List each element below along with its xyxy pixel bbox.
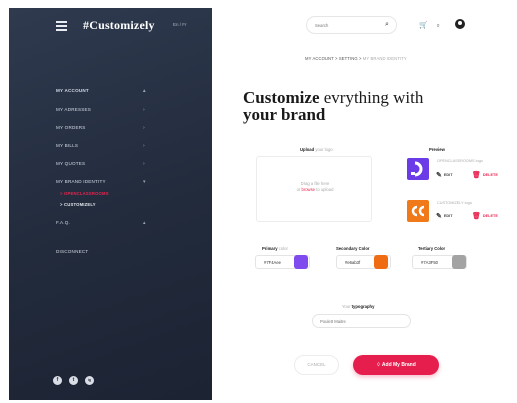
instagram-icon[interactable]: ig: [85, 376, 94, 385]
typography-label: Your typography: [342, 304, 374, 309]
preview-label: Preview: [429, 147, 445, 152]
chevron-right-icon: ›: [143, 125, 145, 131]
typography-label-hint: Your: [342, 304, 351, 309]
browse-link[interactable]: browse: [302, 187, 316, 192]
trash-icon: 🗑: [472, 213, 481, 220]
delete-button[interactable]: 🗑 DELETE: [472, 212, 498, 220]
edit-icon: ✎: [436, 213, 442, 220]
upload-instructions: Drag a file here or browse to upload: [257, 181, 373, 193]
sidebar: #Customizely En / Fr MY ACCOUNT ▴ MY ADR…: [9, 8, 212, 400]
nav-label: MY BRAND IDENTITY: [56, 179, 106, 184]
language-switch[interactable]: En / Fr: [173, 22, 187, 27]
sidebar-header: #Customizely En / Fr: [9, 8, 212, 44]
search-input[interactable]: [315, 21, 375, 30]
gem-icon: ♢: [376, 362, 381, 368]
chevron-right-icon: ›: [143, 161, 145, 167]
nav-label: MY QUOTES: [56, 161, 86, 166]
page-title: Customize evrything with your brand: [243, 89, 503, 123]
upload-dropzone[interactable]: Drag a file here or browse to upload: [256, 156, 372, 222]
chevron-up-icon: ▴: [143, 220, 146, 226]
edit-button[interactable]: ✎ EDIT: [436, 212, 453, 220]
upload-label: Upload your logo: [300, 147, 333, 152]
color-hex: #7A3F50: [421, 260, 438, 265]
sub-item-openclassrooms[interactable]: > OPENCLASSROOMS: [60, 191, 109, 196]
edit-icon: ✎: [436, 172, 442, 179]
upload-label-hint: your logo: [315, 147, 333, 152]
upload-label-text: Upload: [300, 147, 315, 152]
title-rest: evrything with: [319, 88, 424, 107]
menu-icon[interactable]: [56, 21, 67, 31]
chevron-right-icon: ›: [143, 107, 145, 113]
secondary-color-label: Secondary Color: [336, 246, 370, 251]
nav-label: DISCONNECT: [56, 249, 89, 254]
or-text: or: [296, 187, 301, 192]
sub-item-customizely[interactable]: > CUSTOMIZELY: [60, 202, 96, 207]
breadcrumb-sep: >: [335, 56, 338, 61]
chevron-right-icon: ›: [143, 143, 145, 149]
cancel-button[interactable]: CANCEL: [294, 355, 339, 375]
logo-thumbnail-customizely: [407, 200, 429, 222]
add-button-label: Add My Brand: [381, 362, 416, 368]
upload-suffix: to upload: [316, 187, 334, 192]
typography-value: Poulett Maitre: [320, 319, 346, 324]
nav-my-orders[interactable]: MY ORDERS ›: [56, 125, 156, 131]
edit-label: EDIT: [443, 173, 453, 177]
delete-label: DELETE: [482, 214, 498, 218]
nav-label: F.A.Q.: [56, 220, 70, 225]
nav-my-brand-identity[interactable]: MY BRAND IDENTITY ▾: [56, 179, 156, 185]
nav-faq[interactable]: F.A.Q. ▴: [56, 220, 156, 226]
cart-count: 0: [437, 23, 440, 28]
twitter-icon[interactable]: t: [69, 376, 78, 385]
breadcrumb-sep: >: [358, 56, 362, 61]
breadcrumb-current: MY BRAND IDENTITY: [362, 56, 407, 61]
nav-label: MY ACCOUNT: [56, 88, 89, 93]
primary-color-label: Primary color: [262, 246, 288, 251]
tertiary-color-label: Tertiary Color: [418, 246, 446, 251]
nav-my-account[interactable]: MY ACCOUNT ▴: [56, 88, 156, 94]
color-hex: #7F4Aee: [264, 260, 281, 265]
breadcrumb: MY ACCOUNT > SETTING > MY BRAND IDENTITY: [305, 56, 407, 61]
delete-label: DELETE: [482, 173, 498, 177]
edit-label: EDIT: [443, 214, 453, 218]
user-icon[interactable]: [455, 19, 465, 29]
typography-select[interactable]: Poulett Maitre: [312, 314, 411, 328]
secondary-color-swatch[interactable]: [374, 255, 388, 269]
nav-label: MY ADRESSES: [56, 107, 92, 112]
search-bar: ⌕: [306, 16, 397, 34]
breadcrumb-setting[interactable]: SETTING: [339, 56, 358, 61]
title-line2: your brand: [243, 105, 326, 124]
chevron-down-icon: ▾: [143, 179, 146, 185]
logo-name: CUSTOMIZELY logo: [437, 201, 472, 205]
openclassrooms-logo-icon: [411, 161, 423, 177]
nav-label: MY ORDERS: [56, 125, 86, 130]
nav-disconnect[interactable]: DISCONNECT: [56, 249, 156, 254]
drop-text: Drag a file here: [300, 181, 330, 186]
delete-button[interactable]: 🗑 DELETE: [472, 171, 498, 179]
add-my-brand-button[interactable]: ♢ Add My Brand: [353, 355, 439, 375]
logo-name: OPENCLASSROOMS logo: [437, 159, 483, 163]
search-icon[interactable]: ⌕: [385, 21, 389, 29]
primary-color-swatch[interactable]: [294, 255, 308, 269]
primary-label-text: Primary: [262, 246, 278, 251]
cart-icon[interactable]: 🛒: [419, 21, 428, 29]
nav-my-adresses[interactable]: MY ADRESSES ›: [56, 107, 156, 113]
color-hex: #e6ab3f: [345, 260, 361, 265]
breadcrumb-home[interactable]: MY ACCOUNT: [305, 56, 334, 61]
trash-icon: 🗑: [472, 172, 481, 179]
chevron-up-icon: ▴: [143, 88, 146, 94]
nav-my-quotes[interactable]: MY QUOTES ›: [56, 161, 156, 167]
typography-label-text: typography: [351, 304, 375, 309]
facebook-icon[interactable]: f: [53, 376, 62, 385]
nav-label: MY BILLS: [56, 143, 79, 148]
tertiary-color-swatch[interactable]: [452, 255, 466, 269]
logo-thumbnail-openclassrooms: [407, 158, 429, 180]
nav-my-bills[interactable]: MY BILLS ›: [56, 143, 156, 149]
primary-label-hint: color: [278, 246, 288, 251]
edit-button[interactable]: ✎ EDIT: [436, 171, 453, 179]
brand-logo[interactable]: #Customizely: [83, 18, 155, 33]
customizely-logo-icon: [411, 205, 425, 217]
